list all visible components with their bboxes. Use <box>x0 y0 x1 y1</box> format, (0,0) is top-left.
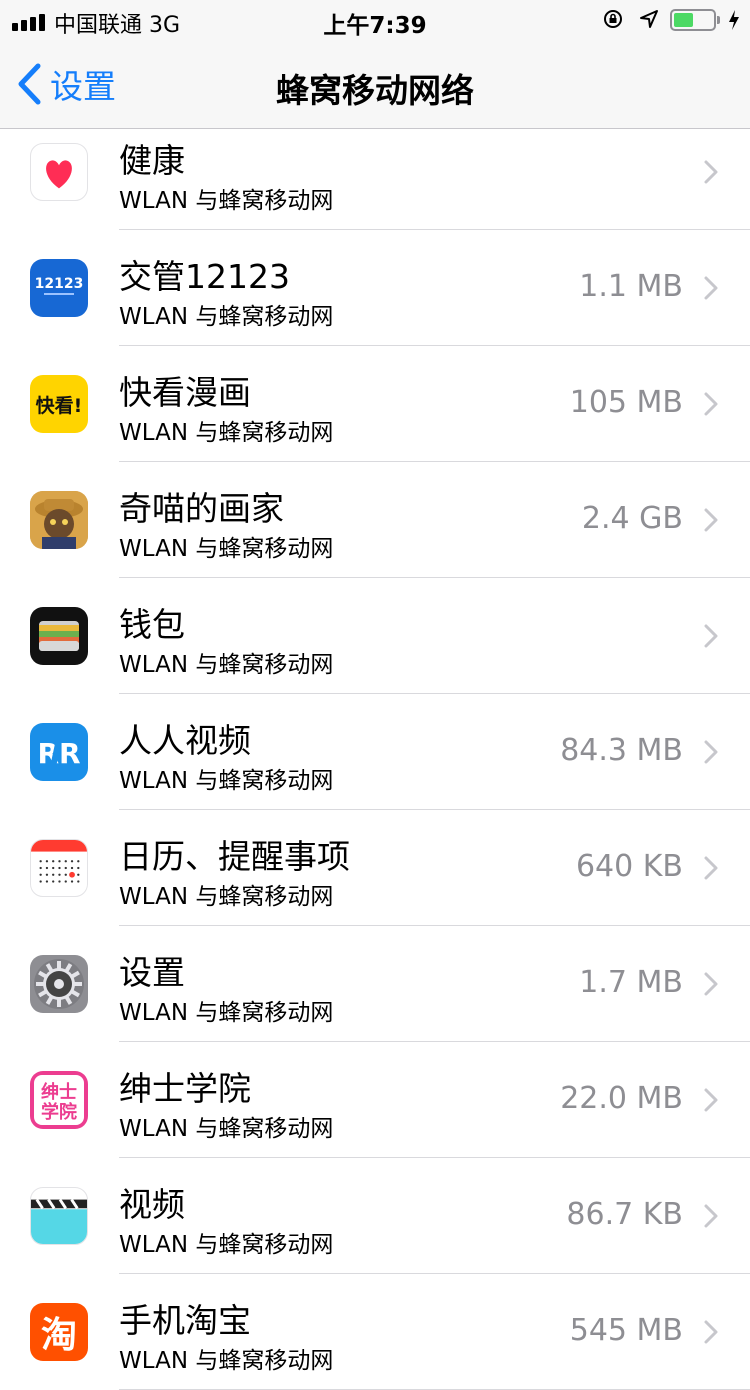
calendar-icon <box>30 839 88 897</box>
status-bar: 中国联通 3G 上午7:39 <box>0 0 750 40</box>
app-data-usage: 84.3 MB <box>560 733 683 768</box>
shenshi-icon: 绅士 学院 <box>30 1071 88 1129</box>
app-data-usage: 1.7 MB <box>579 965 683 1000</box>
battery-icon <box>670 9 720 31</box>
chevron-right-icon <box>704 392 718 416</box>
chevron-right-icon <box>704 508 718 532</box>
app-data-usage: 640 KB <box>575 849 683 884</box>
app-row[interactable]: 设置 WLAN 与蜂窝移动网 1.7 MB <box>0 926 750 1042</box>
app-network-setting: WLAN 与蜂窝移动网 <box>119 536 334 562</box>
orientation-lock-icon <box>604 10 622 28</box>
app-name: 日历、提醒事项 <box>119 837 350 876</box>
app-row[interactable]: 日历、提醒事项 WLAN 与蜂窝移动网 640 KB <box>0 810 750 926</box>
app-row[interactable]: 快看! 快看漫画 WLAN 与蜂窝移动网 105 MB <box>0 346 750 462</box>
app-name: 视频 <box>119 1185 185 1224</box>
app-network-setting: WLAN 与蜂窝移动网 <box>119 1000 334 1026</box>
app-row[interactable]: 淘 手机淘宝 WLAN 与蜂窝移动网 545 MB <box>0 1274 750 1390</box>
app-network-setting: WLAN 与蜂窝移动网 <box>119 1116 334 1142</box>
chevron-right-icon <box>704 1088 718 1112</box>
kuaikan-icon: 快看! <box>30 375 88 433</box>
app-data-usage: 2.4 GB <box>581 501 683 536</box>
svg-text:绅士: 绅士 <box>41 1081 77 1103</box>
app-name: 奇喵的画家 <box>119 489 284 528</box>
chevron-right-icon <box>704 856 718 880</box>
jiaoguan-12123-icon: 12123 <box>30 259 88 317</box>
app-name: 钱包 <box>119 605 185 644</box>
svg-text:快看!: 快看! <box>36 394 83 417</box>
app-name: 交管12123 <box>119 257 290 296</box>
app-network-setting: WLAN 与蜂窝移动网 <box>119 420 334 446</box>
video-clapper-icon <box>30 1187 88 1245</box>
settings-gear-icon <box>30 955 88 1013</box>
charging-icon <box>729 10 739 30</box>
app-name: 快看漫画 <box>119 373 251 412</box>
qimiao-icon <box>30 491 88 549</box>
app-name: 人人视频 <box>119 721 251 760</box>
chevron-right-icon <box>704 276 718 300</box>
app-network-setting: WLAN 与蜂窝移动网 <box>119 1232 334 1258</box>
health-icon <box>30 143 88 201</box>
app-row[interactable]: 钱包 WLAN 与蜂窝移动网 <box>0 578 750 694</box>
svg-text:淘: 淘 <box>41 1315 77 1356</box>
chevron-right-icon <box>704 624 718 648</box>
app-name: 健康 <box>119 141 185 180</box>
app-data-usage: 86.7 KB <box>566 1197 683 1232</box>
app-row[interactable]: RR 人人视频 WLAN 与蜂窝移动网 84.3 MB <box>0 694 750 810</box>
chevron-right-icon <box>704 740 718 764</box>
app-network-setting: WLAN 与蜂窝移动网 <box>119 652 334 678</box>
wallet-icon <box>30 607 88 665</box>
app-network-setting: WLAN 与蜂窝移动网 <box>119 188 334 214</box>
status-time: 上午7:39 <box>323 13 427 39</box>
taobao-icon: 淘 <box>30 1303 88 1361</box>
app-row[interactable]: 视频 WLAN 与蜂窝移动网 86.7 KB <box>0 1158 750 1274</box>
app-row[interactable]: 健康 WLAN 与蜂窝移动网 <box>0 114 750 230</box>
app-data-usage: 1.1 MB <box>579 269 683 304</box>
app-name: 手机淘宝 <box>119 1301 251 1340</box>
location-icon <box>640 10 658 28</box>
app-data-usage: 105 MB <box>569 385 683 420</box>
chevron-right-icon <box>704 1204 718 1228</box>
app-list: 健康 WLAN 与蜂窝移动网 12123 交管12123 WLAN 与蜂窝移动网 1.1 … <box>0 114 750 1390</box>
app-network-setting: WLAN 与蜂窝移动网 <box>119 1348 334 1374</box>
app-data-usage: 545 MB <box>569 1313 683 1348</box>
app-network-setting: WLAN 与蜂窝移动网 <box>119 768 334 794</box>
app-network-setting: WLAN 与蜂窝移动网 <box>119 304 334 330</box>
svg-text:12123: 12123 <box>35 276 84 292</box>
chevron-right-icon <box>704 972 718 996</box>
app-name: 绅士学院 <box>119 1069 251 1108</box>
app-row[interactable]: 绅士 学院 绅士学院 WLAN 与蜂窝移动网 22.0 MB <box>0 1042 750 1158</box>
chevron-right-icon <box>704 1320 718 1344</box>
app-row[interactable]: 奇喵的画家 WLAN 与蜂窝移动网 2.4 GB <box>0 462 750 578</box>
app-name: 设置 <box>119 953 185 992</box>
app-data-usage: 22.0 MB <box>560 1081 683 1116</box>
renren-icon: RR <box>30 723 88 781</box>
page-title: 蜂窝移动网络 <box>276 71 474 110</box>
svg-text:学院: 学院 <box>41 1101 77 1123</box>
app-network-setting: WLAN 与蜂窝移动网 <box>119 884 334 910</box>
app-row[interactable]: 12123 交管12123 WLAN 与蜂窝移动网 1.1 MB <box>0 230 750 346</box>
chevron-right-icon <box>704 160 718 184</box>
